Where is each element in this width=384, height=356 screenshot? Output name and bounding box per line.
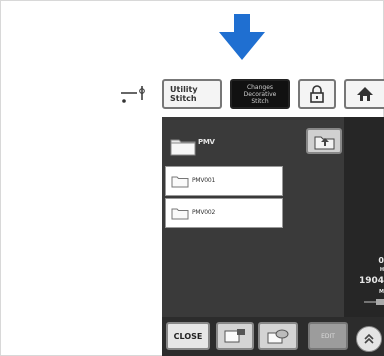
list-item-folder-1[interactable]: PMV001	[165, 166, 283, 196]
double-chevron-up-icon	[364, 333, 374, 344]
utility-stitch-label-2: Stitch	[170, 94, 197, 103]
folder-icon	[171, 176, 189, 188]
edit-button[interactable]: EDIT	[308, 322, 348, 350]
folder-icon	[170, 139, 196, 156]
usb-cable-icon	[364, 299, 384, 305]
decorative-stitch-label-2: Decorative	[243, 90, 277, 98]
decorative-stitch-label-1: Changes	[246, 83, 274, 91]
scroll-up-button[interactable]	[356, 326, 382, 352]
memory-unit: M	[379, 289, 384, 295]
down-arrow-icon	[219, 14, 265, 60]
decorative-stitch-label-3: Stitch	[251, 97, 269, 105]
status-unit: H	[379, 267, 384, 273]
lock-button[interactable]	[298, 79, 336, 109]
send-button[interactable]	[216, 322, 254, 350]
close-button[interactable]: CLOSE	[166, 322, 210, 350]
list-item-folder-2[interactable]: PMV002	[165, 198, 283, 228]
erase-icon	[267, 329, 289, 344]
folder-name: PMV001	[192, 177, 216, 184]
send-icon	[224, 329, 245, 343]
memory-value: 1904	[358, 276, 384, 286]
utility-stitch-label-1: Utility	[170, 85, 198, 94]
home-button[interactable]	[344, 79, 384, 109]
status-value: 0	[378, 256, 384, 265]
needle-icon	[121, 86, 145, 103]
folder-name: PMV002	[192, 209, 216, 216]
current-path: PMV	[198, 138, 215, 146]
lock-icon	[310, 85, 324, 103]
folder-icon	[171, 208, 189, 220]
home-icon	[357, 87, 373, 101]
folder-up-button[interactable]	[306, 128, 342, 154]
erase-button[interactable]	[258, 322, 298, 350]
decorative-stitch-button[interactable]: Changes Decorative Stitch	[230, 79, 290, 109]
utility-stitch-button[interactable]: Utility Stitch	[162, 79, 222, 109]
status-sidebar	[344, 117, 384, 317]
folder-up-icon	[314, 136, 335, 150]
